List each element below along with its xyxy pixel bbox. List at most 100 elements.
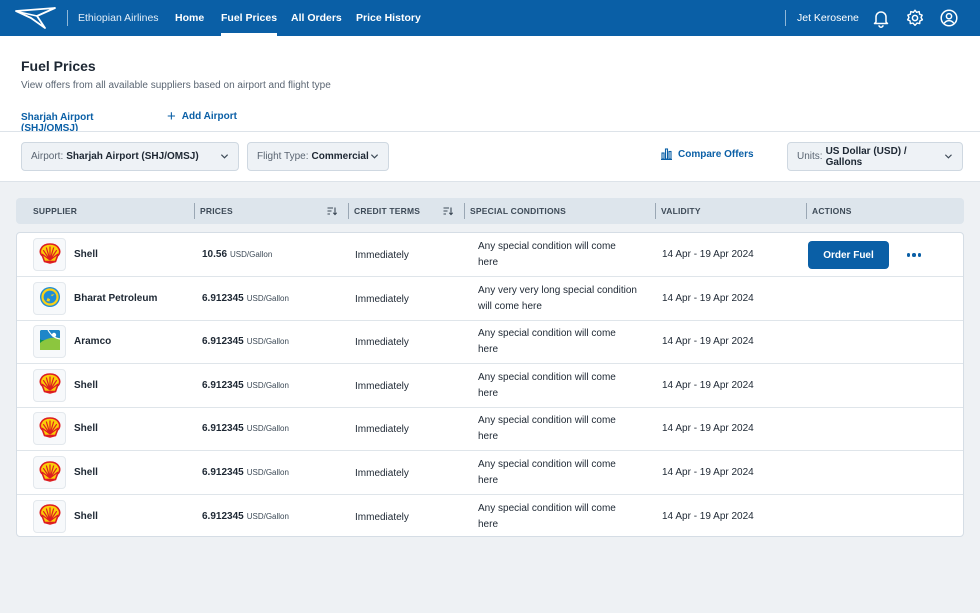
airport-select[interactable]: Airport: Sharjah Airport (SHJ/OMSJ) — [21, 142, 239, 171]
column-divider — [464, 203, 465, 219]
top-navbar: Ethiopian Airlines Home Fuel Prices All … — [0, 0, 980, 36]
nav-fuel-prices[interactable]: Fuel Prices — [221, 0, 278, 36]
bharat-logo-icon — [39, 286, 61, 311]
supplier-name: Shell — [74, 379, 98, 391]
credit-terms: Immediately — [355, 250, 409, 261]
table-row[interactable]: Shell 6.912345 USD/Gallon Immediately Any… — [17, 451, 963, 495]
price-unit: USD/Gallon — [246, 424, 289, 434]
credit-terms: Immediately — [355, 380, 409, 392]
plus-icon: + — [167, 107, 176, 125]
filter-bar: Airport: Sharjah Airport (SHJ/OMSJ) Flig… — [0, 131, 980, 182]
supplier-logo — [33, 368, 66, 402]
units-select[interactable]: Units: US Dollar (USD) / Gallons — [787, 142, 963, 171]
validity-range: 14 Apr - 19 Apr 2024 — [662, 292, 754, 304]
chevron-down-icon — [945, 154, 953, 159]
supplier-name: Shell — [74, 423, 98, 435]
price-cell: 6.912345 USD/Gallon — [202, 320, 289, 364]
sort-icon[interactable] — [327, 206, 337, 216]
validity-range: 14 Apr - 19 Apr 2024 — [662, 510, 754, 522]
add-airport-button[interactable]: + Add Airport — [167, 107, 237, 125]
gear-icon[interactable] — [905, 8, 925, 28]
nav-all-orders[interactable]: All Orders — [291, 0, 342, 36]
product-selector[interactable]: Jet Kerosene — [785, 10, 859, 26]
nav-home[interactable]: Home — [175, 0, 204, 36]
special-conditions: Any special condition will come here — [478, 502, 616, 530]
supplier-logo — [33, 325, 66, 359]
price-value: 6.912345 — [202, 423, 244, 435]
shell-logo-icon — [38, 460, 61, 485]
shell-logo-icon — [38, 242, 61, 267]
table-row[interactable]: Shell 6.912345 USD/Gallon Immediately Any… — [17, 407, 963, 452]
bell-icon[interactable] — [871, 8, 891, 28]
column-divider — [194, 203, 195, 219]
validity-range: 14 Apr - 19 Apr 2024 — [662, 336, 754, 348]
flight-type-label: Flight Type: — [257, 151, 309, 162]
special-conditions: Any special condition will come here — [478, 371, 616, 399]
airline-logo-icon[interactable] — [15, 6, 57, 30]
price-cell: 6.912345 USD/Gallon — [202, 451, 289, 495]
chevron-down-icon — [370, 154, 379, 159]
validity-range: 14 Apr - 19 Apr 2024 — [662, 249, 754, 260]
chevron-down-icon — [220, 154, 229, 159]
column-divider — [806, 203, 807, 219]
order-fuel-button[interactable]: Order Fuel — [808, 241, 889, 269]
nav-price-history[interactable]: Price History — [356, 0, 421, 36]
special-conditions: Any very very long special condition wil… — [478, 284, 637, 312]
supplier-logo — [33, 456, 66, 489]
column-header-supplier: SUPPLIER — [33, 206, 78, 216]
supplier-logo — [33, 238, 66, 271]
supplier-name: Aramco — [74, 336, 112, 348]
credit-terms: Immediately — [355, 293, 409, 305]
column-divider — [655, 203, 656, 219]
price-value: 6.912345 — [202, 292, 244, 304]
supplier-name: Shell — [74, 467, 98, 478]
flight-type-select[interactable]: Flight Type: Commercial — [247, 142, 389, 171]
sort-icon[interactable] — [443, 206, 453, 216]
shell-logo-icon — [38, 417, 61, 441]
price-value: 6.912345 — [202, 336, 244, 348]
table-row[interactable]: Aramco 6.912345 USD/Gallon Immediately An… — [17, 320, 963, 365]
credit-terms: Immediately — [355, 337, 409, 349]
price-cell: 10.56 USD/Gallon — [202, 233, 272, 277]
credit-terms: Immediately — [355, 424, 409, 436]
validity-range: 14 Apr - 19 Apr 2024 — [662, 423, 754, 435]
price-cell: 6.912345 USD/Gallon — [202, 364, 289, 408]
price-unit: USD/Gallon — [246, 511, 289, 521]
table-header: SUPPLIER PRICES CREDIT TERMS SPECIAL CON… — [16, 198, 964, 224]
supplier-logo — [33, 281, 66, 315]
brand-name: Ethiopian Airlines — [67, 10, 159, 26]
supplier-logo — [33, 499, 66, 533]
column-header-prices: PRICES — [200, 206, 233, 216]
units-value: US Dollar (USD) / Gallons — [825, 145, 907, 168]
page-title: Fuel Prices — [21, 58, 96, 74]
compare-offers-label: Compare Offers — [678, 148, 754, 160]
table-row[interactable]: Shell 6.912345 USD/Gallon Immediately Any… — [17, 495, 963, 536]
validity-range: 14 Apr - 19 Apr 2024 — [662, 467, 754, 478]
price-cell: 6.912345 USD/Gallon — [202, 495, 289, 536]
supplier-name: Shell — [74, 510, 98, 522]
supplier-logo — [33, 412, 66, 446]
add-airport-label: Add Airport — [181, 111, 237, 122]
more-options-icon[interactable] — [901, 241, 927, 269]
table-row[interactable]: Shell 6.912345 USD/Gallon Immediately Any… — [17, 364, 963, 408]
table-row[interactable]: Bharat Petroleum 6.912345 USD/Gallon Imme… — [17, 277, 963, 321]
special-conditions: Any special condition will come here — [478, 328, 616, 356]
price-unit: USD/Gallon — [246, 293, 289, 303]
price-cell: 6.912345 USD/Gallon — [202, 407, 289, 451]
bar-chart-icon — [661, 148, 672, 160]
offers-table: Shell 10.56 USD/Gallon Immediately Any sp… — [16, 232, 964, 537]
page-header: Fuel Prices View offers from all availab… — [0, 36, 980, 141]
table-row[interactable]: Shell 10.56 USD/Gallon Immediately Any sp… — [17, 233, 963, 277]
airport-select-value: Sharjah Airport (SHJ/OMSJ) — [66, 151, 199, 162]
supplier-name: Bharat Petroleum — [74, 292, 158, 304]
user-icon[interactable] — [939, 8, 959, 28]
credit-terms: Immediately — [355, 468, 409, 479]
price-unit: USD/Gallon — [246, 468, 289, 477]
compare-offers-button[interactable]: Compare Offers — [660, 148, 754, 160]
airport-select-label: Airport: — [31, 151, 64, 162]
special-conditions: Any special condition will come here — [478, 415, 616, 443]
page-subtitle: View offers from all available suppliers… — [21, 80, 331, 91]
shell-logo-icon — [38, 504, 61, 528]
credit-terms: Immediately — [355, 511, 409, 523]
column-header-special-conditions: SPECIAL CONDITIONS — [470, 206, 567, 216]
